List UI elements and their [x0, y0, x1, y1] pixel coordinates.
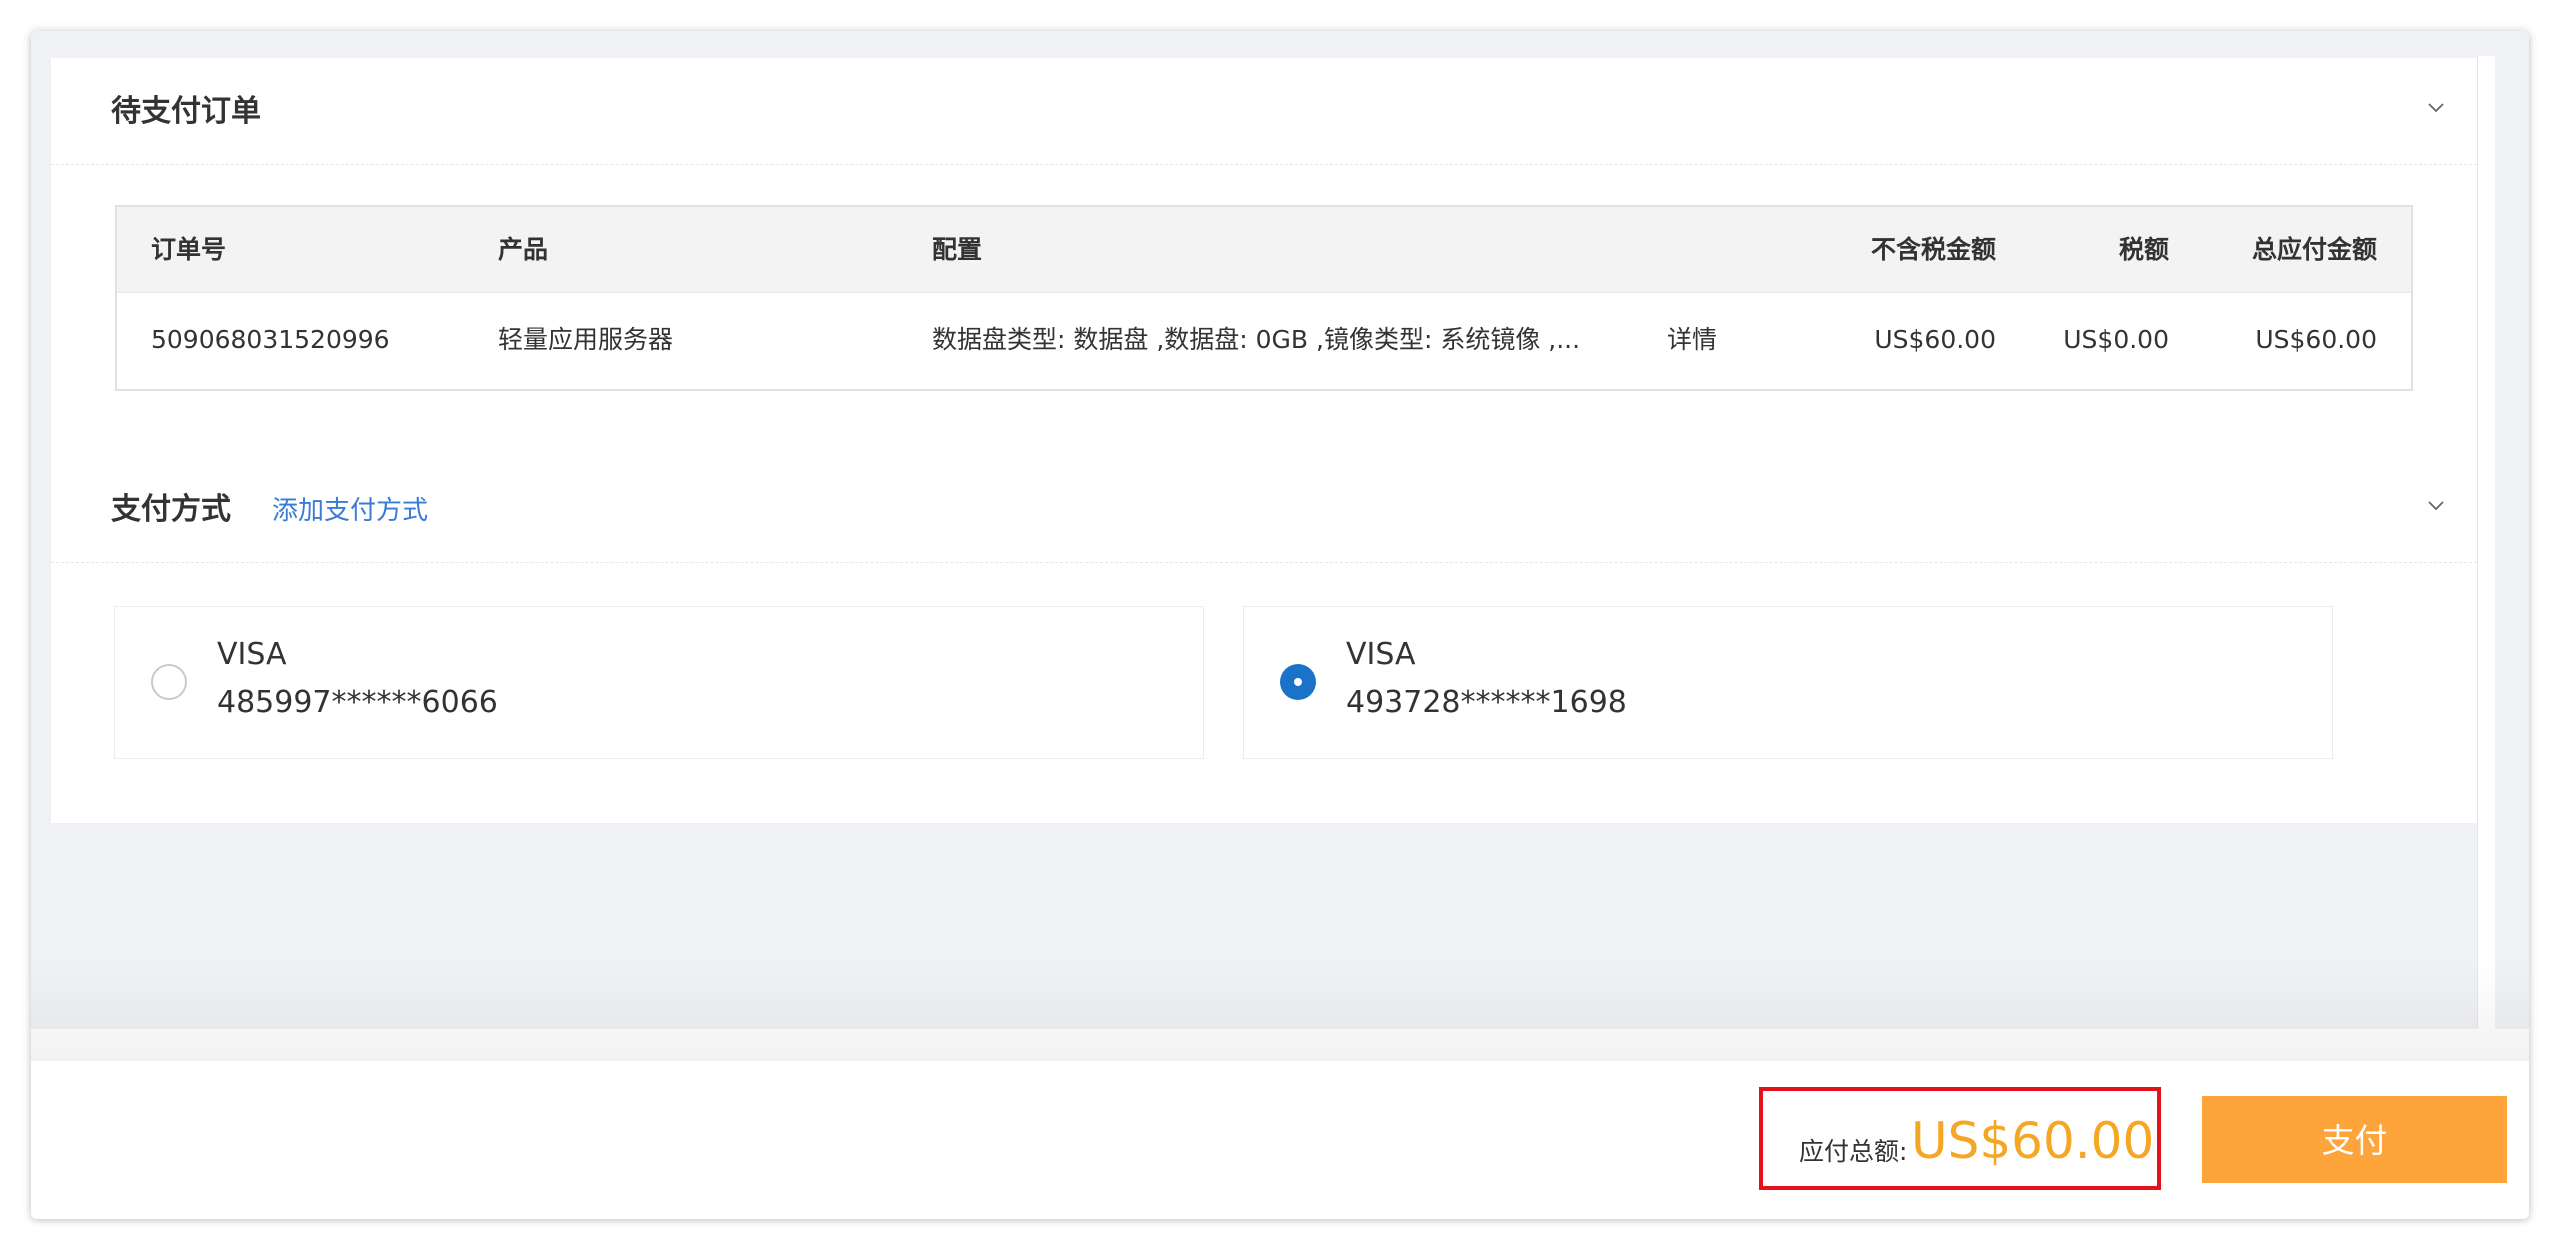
payment-card-option[interactable]: VISA 493728******1698	[1243, 606, 2333, 759]
col-header-config: 配置	[932, 235, 983, 264]
card-number: 493728******1698	[1346, 685, 1627, 720]
scrollbar[interactable]	[2477, 56, 2495, 1061]
pay-button[interactable]: 支付	[2202, 1096, 2507, 1183]
total-due-value: US$60.00	[1911, 1112, 2155, 1170]
col-header-product: 产品	[498, 235, 549, 264]
total-due-highlight: 应付总额: US$60.00	[1759, 1087, 2161, 1190]
chevron-down-icon[interactable]	[2425, 96, 2447, 118]
orders-table: 订单号 产品 配置 不含税金额 税额 总应付金额 509068031520996…	[115, 205, 2413, 391]
config-summary: 数据盘类型: 数据盘 ,数据盘: 0GB ,镜像类型: 系统镜像 ,...	[932, 325, 1581, 354]
total-due-label: 应付总额:	[1799, 1137, 1908, 1166]
card-radio-button[interactable]	[151, 664, 187, 700]
pending-orders-panel: 待支付订单 订单号 产品 配置 不含税金额 税额 总应付金额 509068031…	[51, 58, 2477, 462]
payment-method-title: 支付方式	[111, 492, 231, 527]
pending-orders-header[interactable]: 待支付订单	[51, 58, 2477, 165]
col-header-total-amount: 总应付金额	[2251, 235, 2377, 264]
pretax-amount: US$60.00	[1874, 325, 1996, 354]
chevron-down-icon[interactable]	[2425, 494, 2447, 516]
table-header-row: 订单号 产品 配置 不含税金额 税额 总应付金额	[117, 207, 2411, 293]
card-number: 485997******6066	[217, 685, 498, 720]
detail-link[interactable]: 详情	[1667, 325, 1717, 355]
total-amount: US$60.00	[2255, 325, 2377, 354]
payment-method-header[interactable]: 支付方式 添加支付方式	[51, 456, 2477, 563]
card-radio-button-selected[interactable]	[1280, 664, 1316, 700]
card-brand: VISA	[217, 637, 287, 672]
payment-card-option[interactable]: VISA 485997******6066	[114, 606, 1204, 759]
order-number: 509068031520996	[151, 325, 390, 354]
col-header-tax: 税额	[2118, 235, 2169, 264]
product-name: 轻量应用服务器	[498, 325, 674, 354]
checkout-footer: 应付总额: US$60.00 支付	[31, 1029, 2529, 1219]
col-header-order-no: 订单号	[151, 235, 227, 264]
card-brand: VISA	[1346, 637, 1416, 672]
pending-orders-title: 待支付订单	[111, 94, 261, 129]
tax-amount: US$0.00	[2063, 325, 2169, 354]
payment-method-panel: 支付方式 添加支付方式 VISA 485997******6066 VISA 4…	[51, 456, 2477, 823]
checkout-window: 待支付订单 订单号 产品 配置 不含税金额 税额 总应付金额 509068031…	[31, 31, 2529, 1219]
add-payment-method-link[interactable]: 添加支付方式	[272, 496, 428, 526]
table-row: 509068031520996 轻量应用服务器 数据盘类型: 数据盘 ,数据盘:…	[117, 293, 2411, 389]
col-header-pretax-amount: 不含税金额	[1870, 235, 1996, 264]
